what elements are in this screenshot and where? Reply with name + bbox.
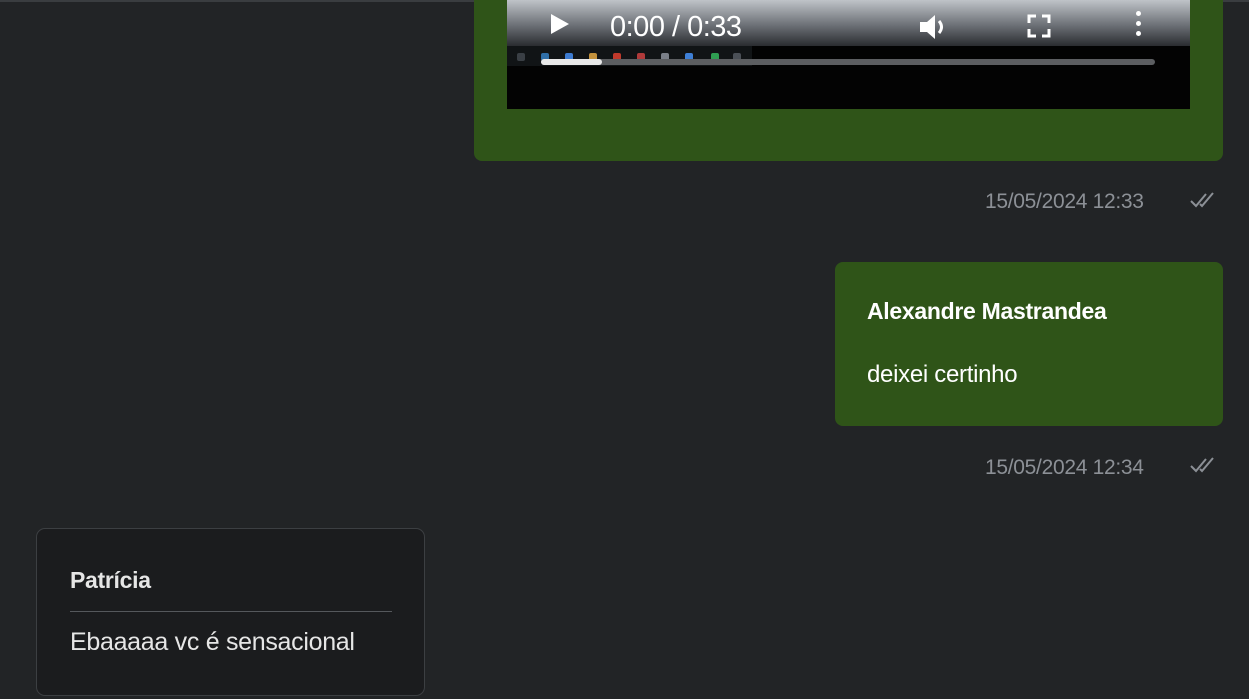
message-timestamp: 15/05/2024 12:34 [985,456,1144,479]
sender-name: Alexandre Mastrandea [867,298,1107,324]
more-vert-icon[interactable] [1133,11,1143,43]
play-icon[interactable] [551,14,569,34]
thumbnail-dot [517,53,525,61]
outgoing-text-message: Alexandre Mastrandea deixei certinho [835,262,1223,426]
double-check-icon [1190,457,1214,473]
incoming-text-message: Patrícia Ebaaaaa vc é sensacional [36,528,425,696]
video-player[interactable]: 0:00 / 0:33 [507,0,1190,109]
video-progress-fill [541,59,603,65]
fullscreen-icon[interactable] [1025,12,1053,40]
message-text: Ebaaaaa vc é sensacional [70,628,355,656]
double-check-icon [1190,192,1214,208]
outgoing-video-message: 0:00 / 0:33 [474,0,1223,161]
volume-icon[interactable] [918,12,952,42]
video-progress-bar[interactable] [541,59,1155,65]
sender-divider [70,611,392,612]
message-text: deixei certinho [867,361,1018,388]
sender-name: Patrícia [70,567,151,593]
video-time: 0:00 / 0:33 [610,11,742,43]
message-timestamp: 15/05/2024 12:33 [985,190,1144,213]
